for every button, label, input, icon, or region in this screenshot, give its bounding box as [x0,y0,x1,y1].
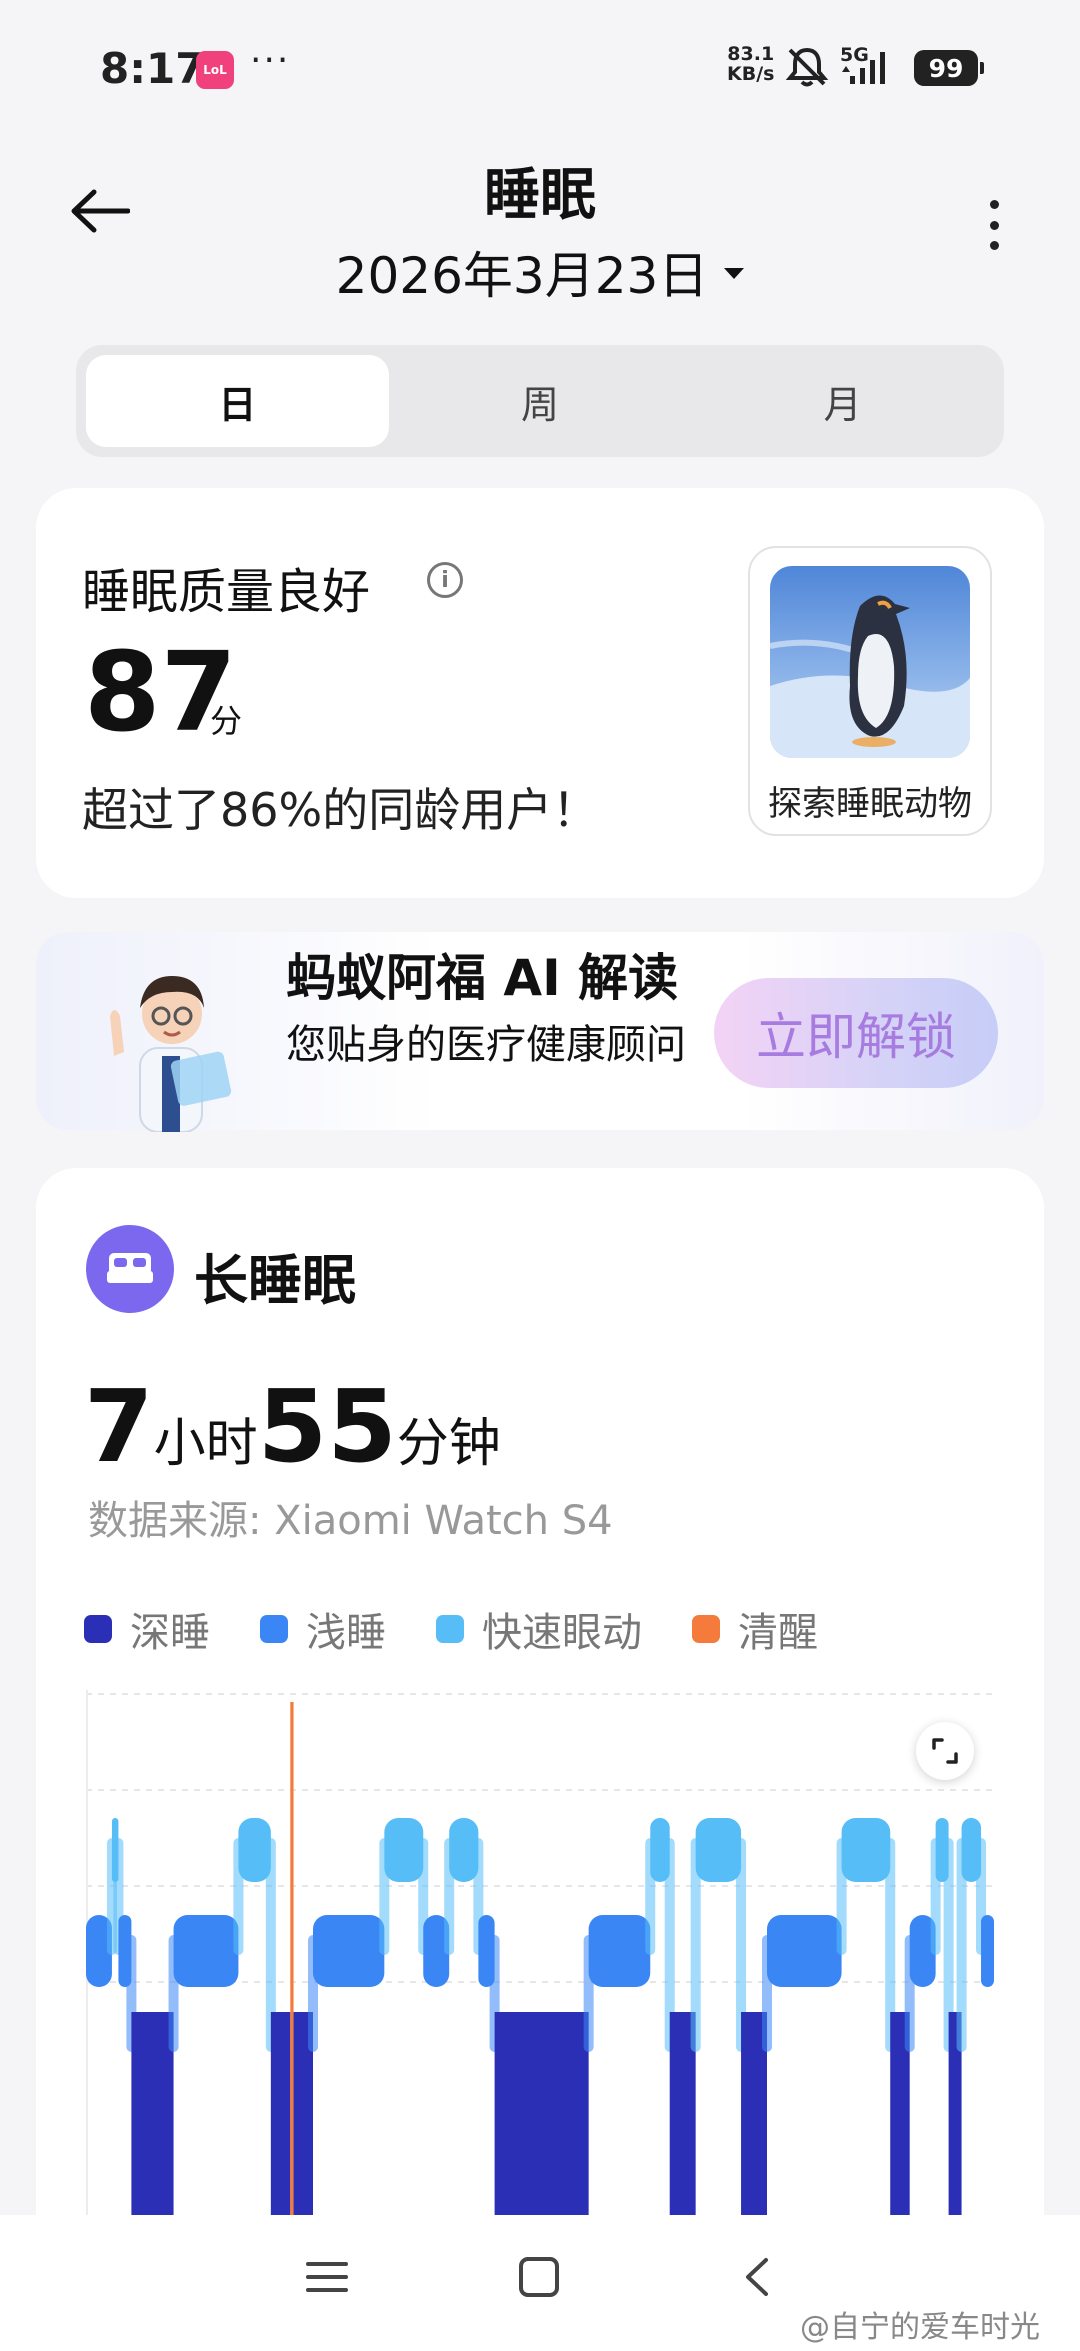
legend-deep: 深睡 [84,1600,210,1658]
ai-subtitle: 您贴身的医疗健康顾问 [286,1022,686,1068]
home-square-icon[interactable] [516,2254,562,2300]
date-label: 2026年3月23日 [335,247,709,305]
ai-title: 蚂蚁阿福 AI 解读 [286,949,679,1007]
legend-swatch [436,1615,464,1643]
menu-icon[interactable] [304,2254,350,2300]
legend-label: 深睡 [130,1610,210,1656]
back-chevron-icon[interactable] [736,2254,782,2300]
stage-bar-awake [290,1702,294,2230]
stage-bar-light [767,1915,842,1987]
long-sleep-title: 长睡眠 [194,1249,356,1312]
watermark: @自宁的爱车时光 [800,2310,1040,2345]
expand-chart-icon[interactable] [916,1722,974,1780]
legend-label: 浅睡 [306,1610,386,1656]
bed-icon [86,1225,174,1313]
status-time: 8:17 [100,44,205,93]
net-speed-value: 83.1 [727,43,775,65]
stage-bar-rem [384,1818,424,1882]
score-unit: 分 [210,702,243,740]
more-notifications-icon: ··· [250,40,291,81]
stage-bar-rem [695,1818,742,1882]
stage-bar-deep [494,2012,589,2230]
tab-day[interactable]: 日 [86,355,389,447]
tab-week[interactable]: 周 [389,355,692,447]
sleep-animal-label: 探索睡眠动物 [768,784,972,824]
data-source: 数据来源: Xiaomi Watch S4 [88,1498,613,1544]
stage-bar-light [173,1915,239,1987]
page-title: 睡眠 [484,163,596,228]
sleep-stage-chart[interactable] [86,1690,994,2230]
app-notification-icon: LoL [196,51,234,89]
duration-hours: 7 [84,1368,154,1485]
more-options-icon[interactable] [982,200,1006,250]
mute-bell-icon [785,47,829,87]
legend-swatch [84,1615,112,1643]
net-speed: 83.1 KB/s [727,44,774,84]
stage-bar-rem [841,1818,891,1882]
duration-minutes: 55 [257,1368,397,1485]
duration-minutes-unit: 分钟 [396,1414,501,1474]
unlock-button[interactable]: 立即解锁 [714,978,998,1088]
doctor-avatar-icon [110,976,232,1132]
penguin-image [770,566,970,758]
stage-bar-deep [270,2012,291,2230]
signal-icon [842,52,885,84]
sleep-duration: 7小时55分钟 [84,1368,501,1485]
stage-bar-light [981,1915,994,1987]
legend-swatch [260,1615,288,1643]
legend-label: 清醒 [738,1610,818,1656]
net-speed-unit: KB/s [727,63,775,85]
peer-comparison: 超过了86%的同龄用户！ [82,783,599,837]
stage-bar-light [588,1915,651,1987]
quality-title: 睡眠质量良好 [82,564,371,620]
legend-light: 浅睡 [260,1600,386,1658]
dropdown-caret-icon [724,268,745,279]
info-icon[interactable]: i [427,562,463,598]
sleep-animal-button[interactable]: 探索睡眠动物 [748,546,992,836]
status-bar: 8:17 LoL ··· 83.1 KB/s 5G 99 [0,0,1080,140]
legend-rem: 快速眼动 [436,1600,642,1658]
legend-label: 快速眼动 [482,1610,642,1656]
period-tabs: 日 周 月 [76,345,1004,457]
legend-awake: 清醒 [692,1600,818,1658]
stage-bar-deep [131,2012,174,2230]
date-selector[interactable]: 2026年3月23日 [0,236,1080,308]
battery-icon: 99 [914,50,984,86]
chart-legend: 深睡 浅睡 快速眼动 清醒 [84,1600,868,1658]
legend-swatch [692,1615,720,1643]
stage-bar-light [313,1915,385,1987]
duration-hours-unit: 小时 [153,1414,258,1474]
tab-month[interactable]: 月 [691,355,994,447]
